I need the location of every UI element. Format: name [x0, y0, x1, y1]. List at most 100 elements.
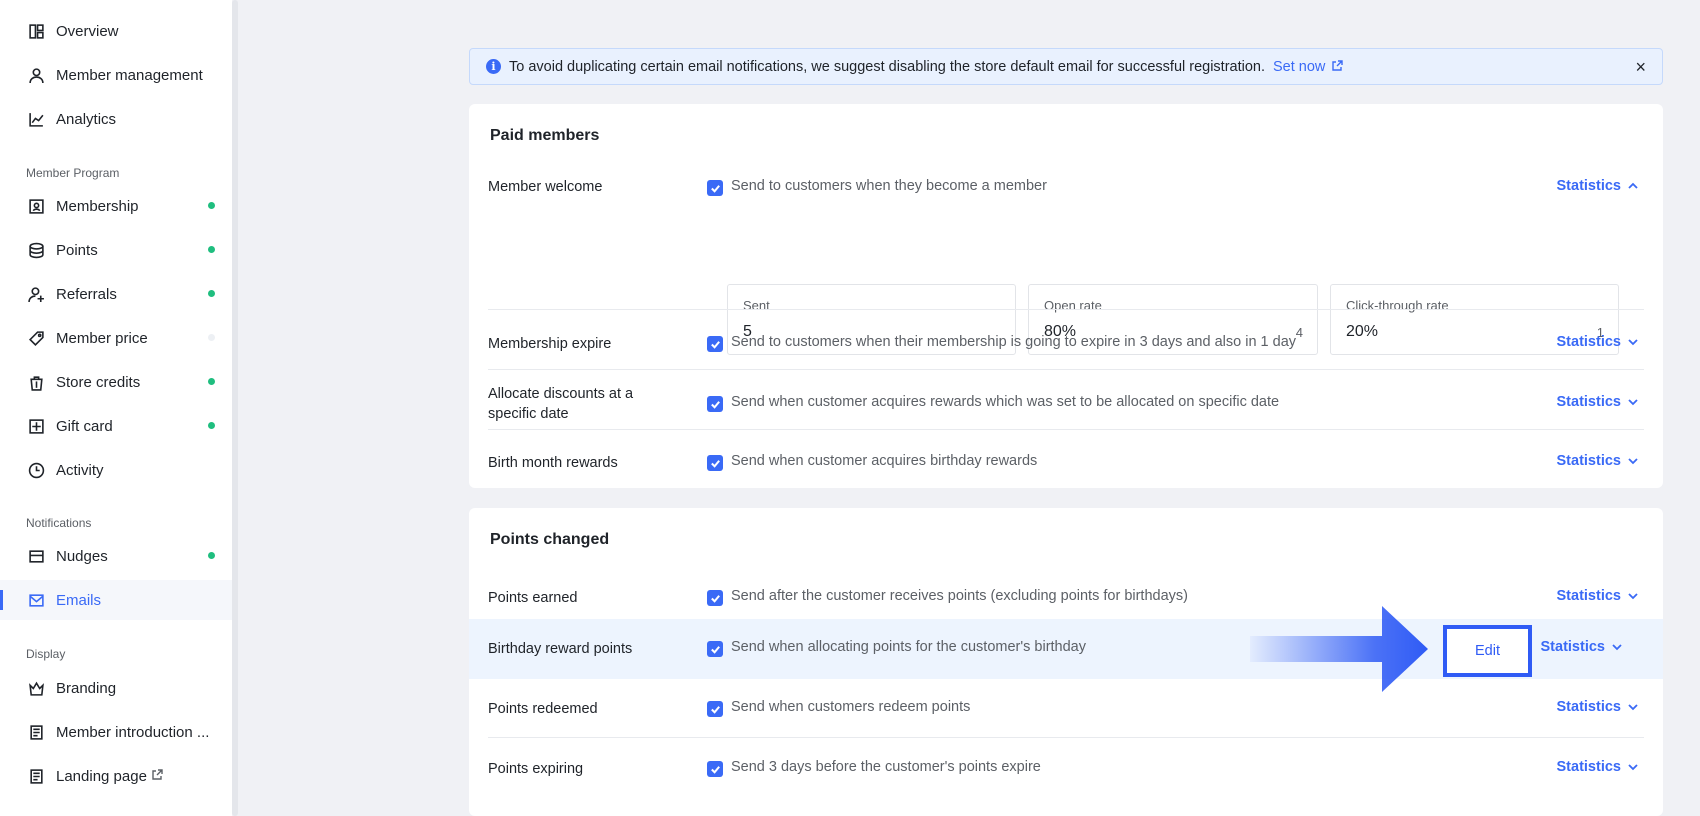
enable-checkbox[interactable]: [707, 336, 723, 352]
enable-checkbox[interactable]: [707, 455, 723, 471]
email-row-birthday-reward-points[interactable]: Birthday reward points Send when allocat…: [469, 619, 1663, 679]
section-display: Display: [26, 647, 66, 661]
section-title: Points changed: [490, 531, 610, 548]
nav-landing-page[interactable]: Landing page: [0, 756, 232, 796]
row-label: Birth month rewards: [488, 455, 618, 471]
row-label: Member welcome: [488, 179, 603, 195]
statistics-toggle[interactable]: Statistics: [1541, 639, 1623, 655]
email-row-membership-expire: Membership expire Send to customers when…: [469, 310, 1663, 369]
statistics-toggle[interactable]: Statistics: [1557, 699, 1639, 715]
points-icon: [26, 240, 46, 260]
status-dot: [208, 246, 215, 253]
enable-checkbox[interactable]: [707, 180, 723, 196]
nav-label: Store credits: [56, 373, 141, 391]
referral-icon: [26, 284, 46, 304]
nav-label: Emails: [56, 591, 102, 609]
nav-activity[interactable]: Activity: [0, 450, 232, 490]
row-description: Send to customers when they become a mem…: [731, 178, 1047, 194]
nav-member-introduction[interactable]: Member introduction ...: [0, 712, 232, 752]
section-notifications: Notifications: [26, 516, 92, 530]
status-dot: [208, 378, 215, 385]
statistics-toggle[interactable]: Statistics: [1557, 394, 1639, 410]
enable-checkbox[interactable]: [707, 641, 723, 657]
edit-button[interactable]: Edit: [1443, 625, 1532, 677]
chevron-up-icon: [1628, 182, 1638, 189]
statistics-toggle[interactable]: Statistics: [1557, 453, 1639, 469]
sidebar: Overview Member management Analytics Mem…: [0, 0, 232, 816]
nav-store-credits[interactable]: Store credits: [0, 362, 232, 402]
enable-checkbox[interactable]: [707, 701, 723, 717]
email-row-allocate-discounts: Allocate discounts at a specific date Se…: [469, 370, 1663, 429]
nav-overview[interactable]: Overview: [0, 11, 232, 51]
section-title: Paid members: [490, 127, 600, 144]
statistics-toggle[interactable]: Statistics: [1557, 759, 1639, 775]
crown-icon: [26, 678, 46, 698]
nav-membership[interactable]: Membership: [0, 186, 232, 226]
row-description: Send when customer acquires rewards whic…: [731, 394, 1280, 410]
statistics-label: Statistics: [1556, 334, 1621, 350]
row-label: Birthday reward points: [488, 641, 633, 657]
status-dot: [208, 334, 215, 341]
set-now-label: Set now: [1273, 58, 1326, 75]
row-label: Membership expire: [488, 336, 612, 352]
status-dot: [208, 202, 215, 209]
nav-nudges[interactable]: Nudges: [0, 536, 232, 576]
sidebar-scrollbar[interactable]: [232, 0, 238, 816]
statistics-label: Statistics: [1540, 639, 1605, 655]
row-description: Send when allocating points for the cust…: [731, 639, 1086, 655]
statistics-label: Statistics: [1556, 699, 1621, 715]
info-icon: i: [486, 59, 501, 74]
nav-label: Member introduction ...: [56, 723, 210, 741]
statistics-label: Statistics: [1556, 453, 1621, 469]
nudge-icon: [26, 546, 46, 566]
clock-icon: [26, 460, 46, 480]
row-description: Send to customers when their membership …: [731, 334, 1297, 350]
row-label: Points redeemed: [488, 701, 598, 717]
enable-checkbox[interactable]: [707, 761, 723, 777]
statistics-toggle[interactable]: Statistics: [1557, 588, 1639, 604]
enable-checkbox[interactable]: [707, 590, 723, 606]
tag-icon: [26, 328, 46, 348]
set-now-link[interactable]: Set now: [1273, 58, 1344, 75]
status-dot: [208, 552, 215, 559]
status-dot: [208, 290, 215, 297]
email-row-points-expiring: Points expiring Send 3 days before the c…: [469, 738, 1663, 797]
nav-gift-card[interactable]: Gift card: [0, 406, 232, 446]
nav-label: Analytics: [56, 110, 117, 128]
close-icon[interactable]: ×: [1635, 58, 1646, 76]
store-credit-icon: [26, 372, 46, 392]
enable-checkbox[interactable]: [707, 396, 723, 412]
nav-emails[interactable]: Emails: [0, 580, 232, 620]
nav-points[interactable]: Points: [0, 230, 232, 270]
row-label: Points earned: [488, 590, 578, 606]
paid-members-card: Paid members Member welcome Send to cust…: [469, 104, 1663, 488]
statistics-toggle[interactable]: Statistics: [1557, 178, 1639, 194]
nav-branding[interactable]: Branding: [0, 668, 232, 708]
chevron-down-icon: [1628, 704, 1638, 711]
external-link-icon: [151, 768, 163, 785]
nav-label: Membership: [56, 197, 139, 215]
statistics-toggle[interactable]: Statistics: [1557, 334, 1639, 350]
overview-icon: [26, 21, 46, 41]
email-row-points-redeemed: Points redeemed Send when customers rede…: [469, 679, 1663, 738]
email-row-birth-month-rewards: Birth month rewards Send when customer a…: [469, 430, 1663, 488]
chevron-down-icon: [1628, 764, 1638, 771]
nav-analytics[interactable]: Analytics: [0, 99, 232, 139]
info-alert: i To avoid duplicating certain email not…: [469, 48, 1663, 85]
statistics-label: Statistics: [1556, 178, 1621, 194]
row-label: Points expiring: [488, 761, 584, 777]
row-label: Allocate discounts at a specific date: [488, 386, 634, 422]
chevron-down-icon: [1628, 458, 1638, 465]
nav-label: Branding: [56, 679, 117, 697]
row-description: Send when customer acquires birthday rew…: [731, 453, 1038, 469]
external-link-icon: [1325, 59, 1344, 75]
nav-member-price[interactable]: Member price: [0, 318, 232, 358]
nav-label: Overview: [56, 22, 119, 40]
gift-card-icon: [26, 416, 46, 436]
status-dot: [208, 422, 215, 429]
statistics-label: Statistics: [1556, 588, 1621, 604]
nav-referrals[interactable]: Referrals: [0, 274, 232, 314]
page-icon: [26, 722, 46, 742]
membership-icon: [26, 196, 46, 216]
nav-member-management[interactable]: Member management: [0, 55, 232, 95]
